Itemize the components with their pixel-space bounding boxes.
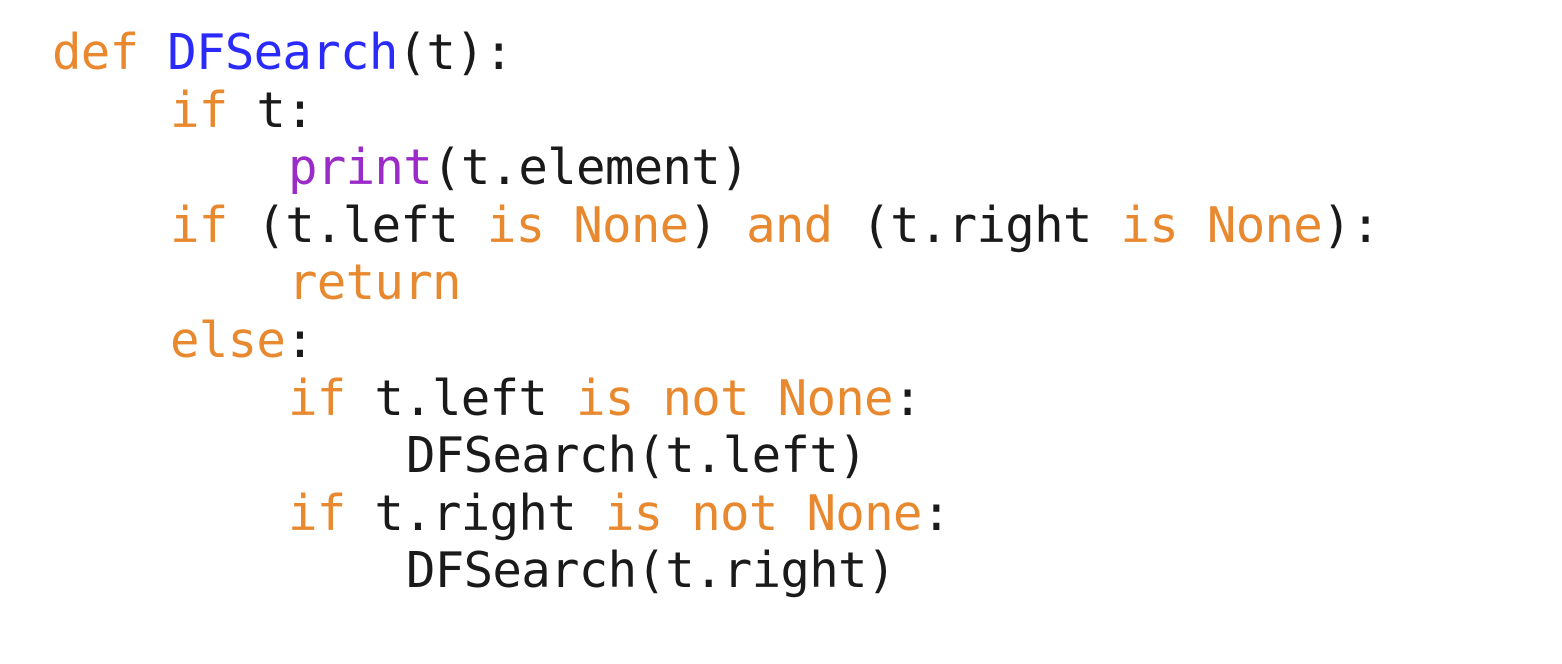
colon: : (285, 311, 315, 369)
code-text: t.right (345, 484, 605, 542)
builtin-print: print (288, 139, 433, 197)
recursive-call: DFSearch(t.right) (406, 542, 896, 600)
recursive-call: DFSearch(t.left) (406, 427, 868, 485)
code-text: (t.left (227, 196, 487, 254)
keyword-not: not (691, 484, 778, 542)
keyword-is: is (486, 196, 545, 254)
keyword-none: None (1206, 196, 1323, 254)
keyword-if: if (288, 369, 346, 427)
keyword-not: not (662, 369, 749, 427)
function-name: DFSearch (167, 24, 398, 81)
code-line-8: DFSearch(t.left) (52, 427, 1380, 485)
code-view: def DFSearch(t): if t: print(t.element) if … (0, 0, 1562, 664)
keyword-and: and (746, 196, 833, 254)
code-line-7: if t.left is not None: (52, 370, 1380, 428)
code-block: def DFSearch(t): if t: print(t.element) if … (52, 24, 1380, 600)
keyword-return: return (288, 254, 462, 312)
code-line-4: if (t.left is None) and (t.right is None… (52, 197, 1380, 255)
code-line-5: return (52, 254, 1380, 312)
colon: : (921, 484, 952, 542)
keyword-if: if (170, 196, 228, 254)
code-line-6: else: (52, 312, 1380, 370)
code-text: ) (688, 196, 747, 254)
code-line-10: DFSearch(t.right) (52, 542, 1380, 600)
keyword-if: if (288, 484, 346, 542)
keyword-none: None (806, 484, 922, 542)
keyword-if: if (170, 81, 228, 139)
keyword-is: is (576, 369, 634, 427)
code-line-3: print(t.element) (52, 139, 1380, 197)
code-text: ): (1322, 196, 1380, 254)
code-line-9: if t.right is not None: (52, 485, 1380, 543)
code-text: (t.right (832, 196, 1121, 254)
colon: : (892, 369, 923, 427)
keyword-none: None (777, 369, 894, 427)
code-line-1: def DFSearch(t): (52, 24, 1380, 82)
keyword-is: is (604, 484, 663, 542)
keyword-none: None (573, 196, 689, 254)
keyword-else: else (170, 311, 286, 369)
keyword-is: is (1120, 196, 1179, 254)
keyword-def: def (52, 24, 139, 81)
print-args: (t.element) (432, 139, 750, 197)
code-text: t.left (345, 369, 577, 427)
condition: t: (227, 81, 315, 139)
code-line-2: if t: (52, 82, 1380, 140)
function-params: (t): (397, 24, 514, 81)
